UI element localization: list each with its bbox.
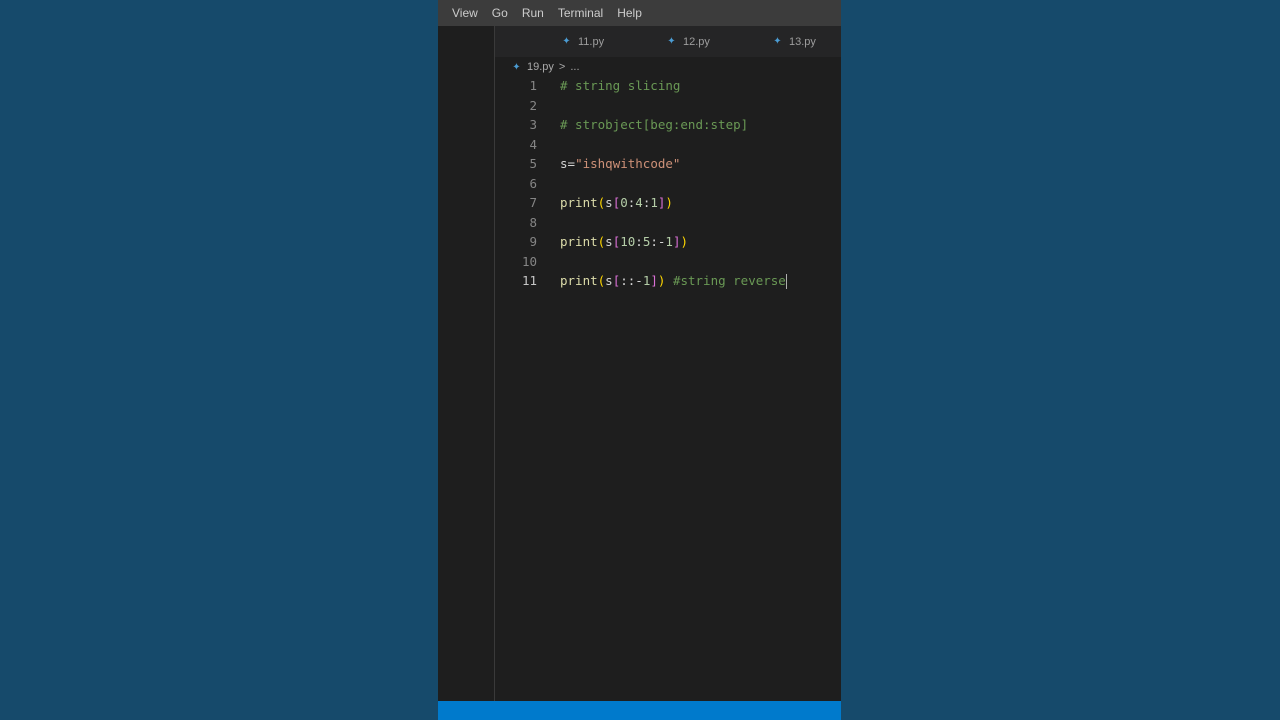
code-text: print(s[::-1]) #string reverse [560,271,787,291]
line-number: 2 [529,97,537,113]
python-file-icon: ✦ [773,36,782,47]
code-line[interactable]: 6 [495,174,841,194]
code-token: 10 [620,234,636,249]
code-line[interactable]: 5 s="ishqwithcode" [495,154,841,174]
tab-label: 12.py [683,35,710,48]
tab-bar: ✦ 11.py ✦ 12.py ✦ 13.py [495,26,841,58]
tab-13-py[interactable]: ✦ 13.py [772,26,816,57]
code-text: # string slicing [560,76,680,96]
code-token: ) [680,234,689,249]
code-line[interactable]: 11 print(s[::-1]) #string reverse [495,271,841,291]
code-line[interactable]: 2 [495,96,841,116]
breadcrumb: ✦ 19.py > ... [495,57,841,77]
code-token: s [605,195,613,210]
code-line[interactable]: 9 print(s[10:5:-1]) [495,232,841,252]
tab-12-py[interactable]: ✦ 12.py [666,26,710,57]
code-token: :- [650,234,666,249]
code-line[interactable]: 3 # strobject[beg:end:step] [495,115,841,135]
text-cursor [785,274,787,289]
code-token: print [560,195,598,210]
tab-label: 13.py [789,35,816,48]
line-number: 7 [529,195,537,210]
breadcrumb-file[interactable]: 19.py [527,61,554,73]
menu-go[interactable]: Go [485,6,515,20]
line-number: 1 [529,78,537,93]
code-text: s="ishqwithcode" [560,154,680,174]
menu-help[interactable]: Help [610,6,649,20]
code-token: 4 [635,195,643,210]
code-token: #string reverse [672,273,786,288]
code-editor[interactable]: 1 # string slicing 2 3 # strobject[beg:end:s… [495,77,841,701]
tab-label: 11.py [578,35,605,48]
menu-terminal[interactable]: Terminal [551,6,610,20]
code-line[interactable]: 10 [495,252,841,272]
code-token: print [560,234,598,249]
line-number: 5 [529,156,537,171]
code-line[interactable]: 4 [495,135,841,155]
line-number: 8 [529,214,537,230]
menu-view[interactable]: View [438,6,485,20]
tab-11-py[interactable]: ✦ 11.py [561,26,604,57]
line-number: 3 [529,117,537,132]
line-number: 4 [529,136,537,152]
code-token: # string slicing [560,78,681,93]
code-token: 1 [665,234,673,249]
status-bar [438,701,841,720]
code-token: s [605,273,613,288]
code-token: 0 [620,195,628,210]
python-file-icon: ✦ [512,61,521,73]
code-token: "ishqwithcode" [575,156,681,171]
code-text: print(s[0:4:1]) [560,193,673,213]
line-number: 9 [529,234,537,249]
line-number: 11 [521,273,537,288]
code-text: print(s[10:5:-1]) [560,232,688,252]
code-token: 1 [650,195,658,210]
code-token: ::- [620,273,643,288]
code-token: ] [650,273,658,288]
menu-run[interactable]: Run [515,6,551,20]
line-number: 10 [521,253,537,269]
side-panel [438,26,495,701]
code-token: s [605,234,613,249]
code-token: : [635,234,643,249]
vscode-window: View Go Run Terminal Help ✦ 11.py ✦ 12.p… [438,0,841,720]
code-token: s= [560,156,576,171]
menu-bar: View Go Run Terminal Help [438,0,841,26]
code-token: ) [665,195,673,210]
breadcrumb-more[interactable]: ... [570,61,579,73]
python-file-icon: ✦ [667,36,676,47]
chevron-right-icon: > [558,61,566,73]
code-token: print [560,273,598,288]
code-line[interactable]: 8 [495,213,841,233]
code-line[interactable]: 7 print(s[0:4:1]) [495,193,841,213]
python-file-icon: ✦ [562,36,571,47]
code-text: # strobject[beg:end:step] [560,115,748,135]
line-number: 6 [529,175,537,191]
code-line[interactable]: 1 # string slicing [495,76,841,96]
code-token: # strobject[beg:end:step] [560,117,749,132]
